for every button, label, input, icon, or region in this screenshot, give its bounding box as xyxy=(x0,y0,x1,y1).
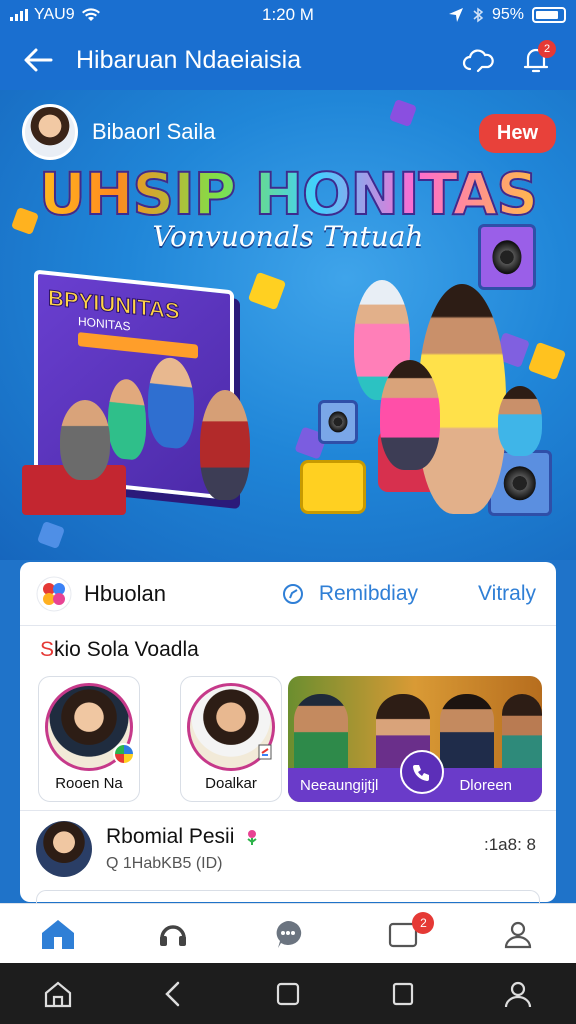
location-icon xyxy=(448,8,463,22)
kid-figure xyxy=(380,360,440,470)
post-item[interactable]: Rbomial Pesii Q 1HabKB5 (ID) :1a8: 8 xyxy=(20,810,556,888)
section-title-text: kio Sola Voadla xyxy=(54,638,199,661)
bluetooth-icon xyxy=(473,7,484,23)
post-subtitle: Q 1HabKB5 (ID) xyxy=(106,855,223,872)
battery-text: 95% xyxy=(491,6,524,23)
boombox-decoration xyxy=(300,460,366,514)
contact-card[interactable]: Rooen Na xyxy=(38,676,140,802)
profile-icon xyxy=(505,921,532,948)
tab-vitraly[interactable]: Vitraly xyxy=(478,582,536,606)
group-label-right: Dloreen xyxy=(459,776,512,794)
chevron-left-icon xyxy=(165,981,180,1006)
share-icon xyxy=(258,744,272,760)
back-arrow-icon xyxy=(24,48,53,72)
sys-account-button[interactable] xyxy=(461,963,576,1024)
cloud-button[interactable] xyxy=(456,38,500,82)
group-label-left: Neeaungijtjl xyxy=(300,776,379,794)
battery-icon xyxy=(532,7,566,23)
system-nav-bar xyxy=(0,963,576,1024)
avatar xyxy=(36,821,92,877)
kid-figure xyxy=(108,377,146,462)
back-button[interactable] xyxy=(18,40,58,80)
section-title-initial: S xyxy=(40,638,55,661)
nav-chat[interactable] xyxy=(230,904,345,964)
tab-label: Hbuolan xyxy=(84,580,166,606)
cloud-icon xyxy=(462,49,494,73)
nav-home[interactable] xyxy=(0,904,115,964)
headset-icon xyxy=(159,924,186,946)
status-bar: YAU9 1:20 M 95% xyxy=(0,0,576,30)
flag-icon xyxy=(113,743,135,765)
signal-icon xyxy=(10,9,28,21)
call-button[interactable] xyxy=(400,750,444,794)
app-logo-icon xyxy=(36,576,72,611)
speaker-decoration xyxy=(478,224,536,290)
sys-overview-button[interactable] xyxy=(230,963,345,1024)
sys-recent-button[interactable] xyxy=(346,963,461,1024)
banner-headline: UHSIP HONITAS xyxy=(0,159,576,229)
phone-icon xyxy=(413,765,429,781)
profile-icon xyxy=(505,981,532,1007)
home-icon xyxy=(44,981,71,1007)
comment-input[interactable] xyxy=(36,890,540,904)
tab-hbuolan[interactable]: Hbuolan xyxy=(36,576,281,612)
banner-user-name: Bibaorl Saila xyxy=(92,119,216,144)
flower-icon xyxy=(247,830,257,846)
card-tabs: Hbuolan Remibdiay Vitraly xyxy=(20,562,556,626)
kid-figure xyxy=(148,355,194,451)
nav-inbox[interactable]: 2 xyxy=(346,904,461,964)
nav-profile[interactable] xyxy=(461,904,576,964)
carrier-text: YAU9 xyxy=(34,6,75,23)
app-header: Hibaruan Ndaeiaisia 2 xyxy=(0,30,576,90)
wifi-icon xyxy=(81,8,100,21)
kid-figure xyxy=(498,386,542,456)
status-left: YAU9 xyxy=(10,6,210,24)
page-title: Hibaruan Ndaeiaisia xyxy=(76,45,302,74)
notifications-button[interactable]: 2 xyxy=(514,38,558,82)
promo-banner[interactable]: Bibaorl Saila Hew UHSIP HONITAS Vonvuona… xyxy=(0,90,576,560)
tab-label: Remibdiay xyxy=(318,581,419,605)
banner-user[interactable]: Bibaorl Saila xyxy=(22,104,216,160)
content-card: Hbuolan Remibdiay Vitraly Skio Sola Voad… xyxy=(20,562,556,904)
game-box-strip xyxy=(78,332,198,359)
compass-icon xyxy=(282,583,303,604)
contact-name: Doalkar xyxy=(205,775,257,792)
bottom-nav: 2 xyxy=(0,903,576,963)
square-icon xyxy=(276,982,300,1005)
cube-decoration xyxy=(527,341,567,381)
sys-back-button[interactable] xyxy=(115,963,230,1024)
cube-decoration xyxy=(36,520,66,550)
home-icon xyxy=(41,919,74,949)
kid-figure xyxy=(200,390,250,500)
status-right: 95% xyxy=(366,6,566,24)
group-call-card[interactable]: Neeaungijtjl Dloreen xyxy=(288,676,542,802)
avatar xyxy=(22,104,78,160)
group-member xyxy=(294,694,348,776)
tab-remibdiay[interactable]: Remibdiay xyxy=(281,582,418,606)
square-icon xyxy=(393,982,414,1005)
contact-name: Rooen Na xyxy=(55,775,123,792)
kid-figure xyxy=(60,400,110,480)
group-member xyxy=(440,694,494,776)
post-timestamp: :1a8: 8 xyxy=(484,835,536,854)
inbox-badge: 2 xyxy=(412,911,435,934)
section-title: Skio Sola Voadla xyxy=(40,638,199,662)
notification-badge: 2 xyxy=(538,40,556,58)
nav-support[interactable] xyxy=(115,904,230,964)
group-member xyxy=(502,694,542,776)
cube-decoration xyxy=(247,271,287,311)
post-author: Rbomial Pesii xyxy=(106,825,260,849)
status-time: 1:20 M xyxy=(262,5,314,24)
chat-icon xyxy=(276,920,302,948)
cube-decoration xyxy=(388,98,418,128)
new-badge: Hew xyxy=(478,114,556,153)
speaker-decoration xyxy=(318,400,358,444)
sys-home-button[interactable] xyxy=(0,963,115,1024)
post-author-name: Rbomial Pesii xyxy=(106,825,235,848)
contact-card[interactable]: Doalkar xyxy=(180,676,282,802)
